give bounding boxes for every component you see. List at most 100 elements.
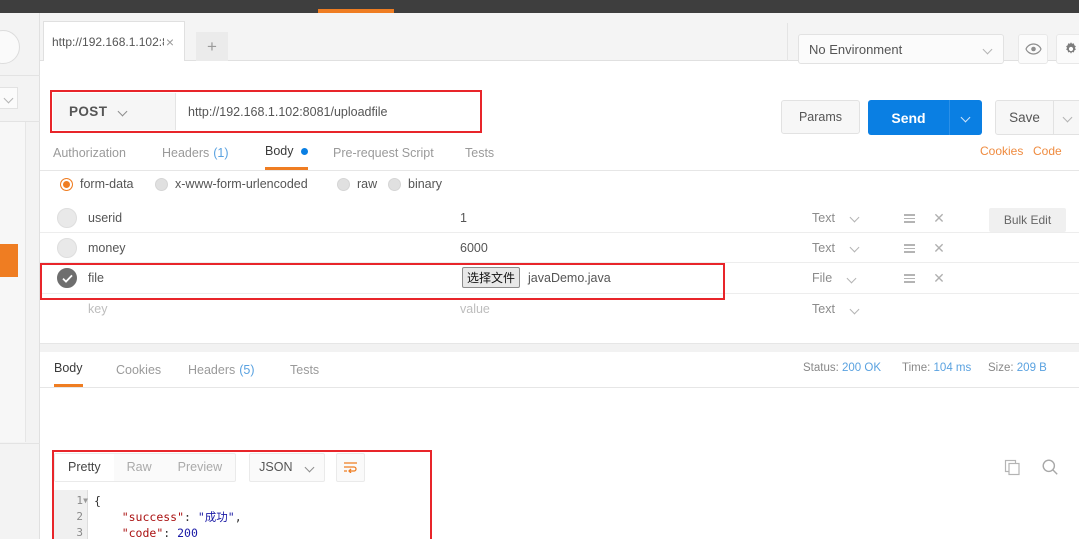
code-line-1: { [94, 493, 430, 509]
method-select[interactable]: POST [53, 93, 176, 130]
row-type-select[interactable]: File [812, 263, 857, 293]
row-type-select[interactable]: Text [812, 233, 860, 262]
row-key-input[interactable]: file [88, 263, 453, 293]
avatar[interactable] [0, 30, 20, 64]
response-format-label: JSON [259, 460, 293, 474]
response-view-mode-group: Pretty Raw Preview [54, 452, 237, 482]
table-row: key value Text [40, 294, 1079, 324]
response-tab-tests[interactable]: Tests [290, 352, 319, 387]
tab-headers[interactable]: Headers (1) [162, 135, 229, 170]
url-input[interactable]: http://192.168.1.102:8081/uploadfile [176, 93, 479, 130]
response-tab-body[interactable]: Body [54, 352, 83, 387]
eye-icon[interactable] [1018, 34, 1048, 64]
response-tab-cookies-label: Cookies [116, 362, 162, 377]
tab-pre-request-script[interactable]: Pre-request Script [333, 135, 434, 170]
method-label: POST [69, 104, 108, 119]
row-description-icon[interactable] [898, 239, 920, 258]
chevron-down-icon [1064, 113, 1073, 122]
tab-headers-label: Headers [162, 145, 210, 160]
code-link[interactable]: Code [1033, 144, 1062, 158]
line-number: 2 [54, 509, 87, 525]
row-delete-icon[interactable]: ✕ [928, 239, 950, 258]
radio-binary-label: binary [408, 177, 443, 191]
row-value-input[interactable]: 1 [460, 203, 805, 232]
choose-file-button[interactable]: 选择文件 [462, 267, 521, 288]
rail-highlight-block [0, 244, 18, 277]
row-description-icon[interactable] [898, 209, 920, 228]
send-options-button[interactable] [949, 100, 982, 135]
chevron-down-icon [962, 113, 971, 122]
tabstrip-divider [787, 23, 788, 61]
tab-body[interactable]: Body [265, 135, 308, 170]
request-tab[interactable]: http://192.168.1.102:8 × [43, 21, 185, 61]
brace-open: { [94, 494, 101, 508]
left-rail [0, 13, 40, 539]
body-type-radios: form-data x-www-form-urlencoded raw bina… [40, 171, 1079, 203]
tab-authorization-label: Authorization [53, 145, 126, 160]
save-button[interactable]: Save [995, 100, 1054, 135]
rail-dropdown[interactable] [0, 87, 18, 109]
word-wrap-icon[interactable] [336, 452, 366, 482]
view-mode-pretty[interactable]: Pretty [55, 453, 114, 481]
url-row: POST http://192.168.1.102:8081/uploadfil… [40, 75, 1079, 135]
response-tab-headers[interactable]: Headers (5) [188, 352, 255, 387]
params-button[interactable]: Params [781, 100, 860, 134]
rail-divider-3 [0, 443, 40, 444]
rail-panel [0, 122, 26, 442]
radio-raw-label: raw [357, 177, 378, 191]
chevron-down-icon [851, 305, 860, 314]
send-button[interactable]: Send [868, 100, 949, 135]
new-tab-button[interactable]: + [196, 32, 228, 61]
status-label: Status: [803, 362, 839, 374]
response-tab-cookies[interactable]: Cookies [116, 352, 161, 387]
json-key-code: "code" [121, 526, 164, 539]
tab-pre-request-script-label: Pre-request Script [333, 145, 434, 160]
table-row: file 选择文件 javaDemo.java File ✕ [40, 263, 1079, 300]
row-checkbox[interactable] [57, 268, 77, 288]
response-code-editor[interactable]: 1▼ 2 3 4 { "success": "成功", "code": 200 … [54, 490, 430, 539]
response-format-select[interactable]: JSON [249, 452, 326, 482]
row-key-input[interactable]: money [88, 233, 453, 262]
gear-icon[interactable] [1056, 34, 1079, 64]
chevron-down-icon [851, 243, 860, 252]
environment-select[interactable]: No Environment [798, 34, 1004, 64]
view-mode-preview[interactable]: Preview [165, 454, 235, 481]
radio-urlencoded[interactable]: x-www-form-urlencoded [155, 177, 308, 191]
row-delete-icon[interactable]: ✕ [928, 209, 950, 228]
radio-binary[interactable]: binary [388, 177, 442, 191]
chevron-down-icon [306, 463, 315, 472]
copy-icon[interactable] [999, 454, 1025, 480]
row-key-input[interactable]: userid [88, 203, 453, 232]
environment-select-label: No Environment [809, 41, 903, 57]
cookies-link[interactable]: Cookies [980, 144, 1023, 158]
file-picker[interactable]: 选择文件 javaDemo.java [462, 267, 611, 288]
row-description-icon[interactable] [898, 269, 920, 288]
row-checkbox[interactable] [57, 208, 77, 228]
chevron-down-icon [851, 213, 860, 222]
tab-tests[interactable]: Tests [465, 135, 494, 170]
row-value-input[interactable]: value [460, 294, 805, 324]
row-delete-icon[interactable]: ✕ [928, 269, 950, 288]
row-key-input[interactable]: key [88, 294, 453, 324]
response-tab-tests-label: Tests [290, 362, 320, 377]
radio-raw[interactable]: raw [337, 177, 377, 191]
row-type-select[interactable]: Text [812, 294, 860, 324]
row-value-input[interactable]: 6000 [460, 233, 805, 262]
tab-authorization[interactable]: Authorization [53, 135, 126, 170]
row-type-select[interactable]: Text [812, 203, 860, 232]
time-value: 104 ms [933, 362, 972, 374]
row-checkbox[interactable] [57, 238, 77, 258]
close-icon[interactable]: × [164, 35, 176, 49]
form-data-table: userid 1 Text ✕ Bulk Edit money 6000 Tex… [40, 203, 1079, 324]
editor-code[interactable]: { "success": "成功", "code": 200 } [88, 490, 430, 539]
bulk-edit-button[interactable]: Bulk Edit [989, 208, 1066, 232]
radio-form-data[interactable]: form-data [60, 177, 134, 191]
chevron-down-icon [5, 94, 14, 103]
view-mode-raw[interactable]: Raw [114, 454, 165, 481]
line-number-text: 2 [76, 510, 83, 523]
fold-arrow-icon[interactable]: ▼ [83, 493, 88, 509]
search-icon[interactable] [1037, 454, 1063, 480]
response-tabs: Body Cookies Headers (5) Tests Status: 2… [40, 352, 1079, 388]
save-options-button[interactable] [1054, 100, 1079, 135]
size-badge: Size: 209 B [988, 362, 1047, 374]
